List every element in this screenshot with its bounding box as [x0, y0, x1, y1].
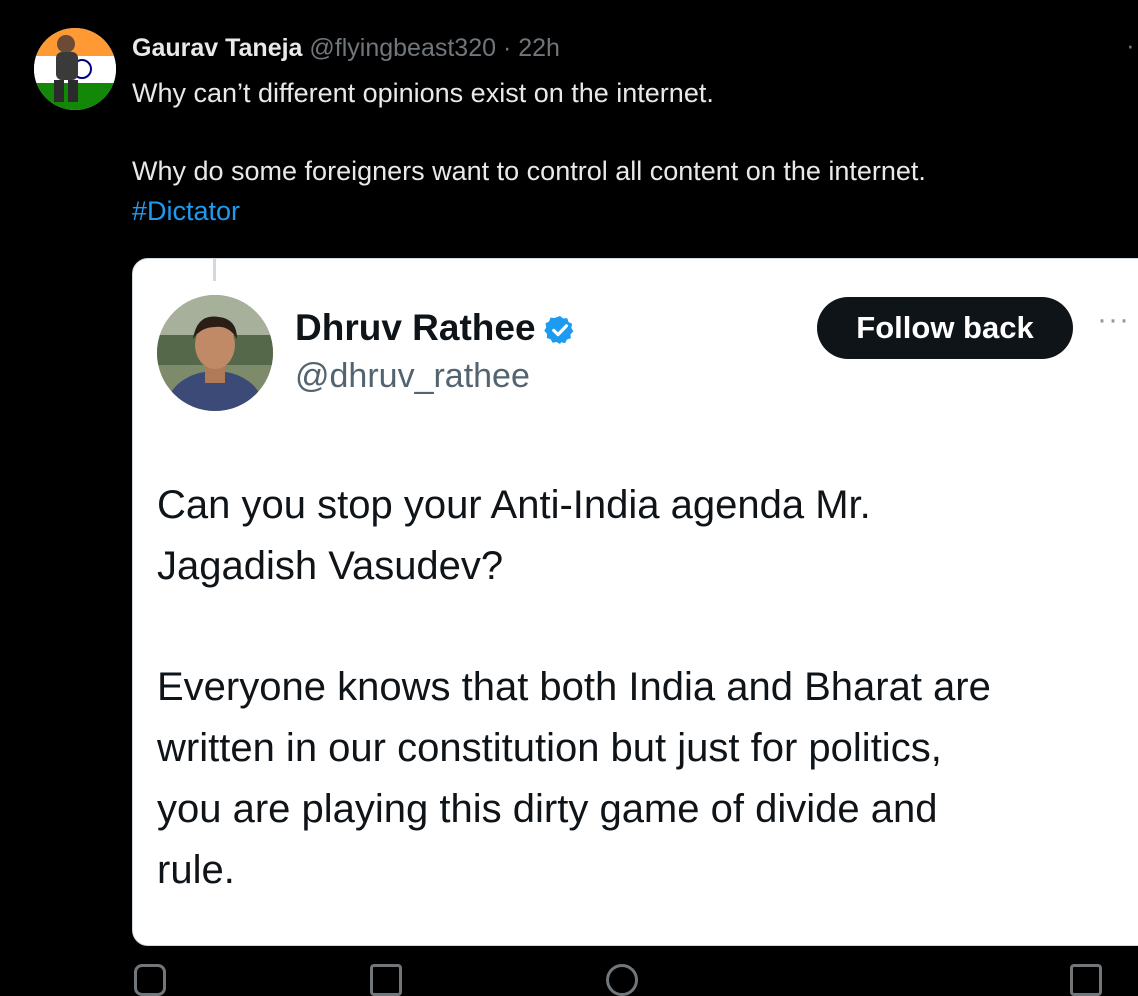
quoted-text-paragraph-2: Everyone knows that both India and Bhara…	[157, 665, 991, 892]
author-name[interactable]: Gaurav Taneja	[132, 34, 302, 62]
more-icon[interactable]: ·	[1126, 30, 1135, 61]
more-icon[interactable]: ···	[1097, 303, 1130, 337]
follow-back-button[interactable]: Follow back	[817, 297, 1073, 359]
action-bar	[0, 964, 1138, 996]
quoted-tweet-card[interactable]: Dhruv Rathee @dhruv_rathee Follow back ·…	[132, 258, 1138, 946]
quoted-author-avatar[interactable]	[157, 295, 273, 411]
tweet-header: Gaurav Taneja @flyingbeast320 · 22h	[132, 30, 560, 66]
author-avatar[interactable]	[34, 28, 116, 110]
author-handle[interactable]: @flyingbeast320	[309, 34, 496, 62]
retweet-icon[interactable]	[370, 964, 402, 996]
separator: ·	[502, 34, 512, 62]
thread-line	[213, 259, 216, 281]
like-icon[interactable]	[606, 964, 638, 996]
tweet-text-line-2: Why do some foreigners want to control a…	[132, 156, 926, 186]
quoted-author-name[interactable]: Dhruv Rathee	[295, 307, 576, 349]
quoted-text-paragraph-1: Can you stop your Anti-India agenda Mr. J…	[157, 483, 871, 588]
tweet-time[interactable]: 22h	[518, 34, 560, 62]
quoted-author-handle[interactable]: @dhruv_rathee	[295, 357, 530, 396]
hashtag-link[interactable]: #Dictator	[132, 196, 240, 227]
share-icon[interactable]	[1070, 964, 1102, 996]
tweet-text-line-1: Why can’t different opinions exist on th…	[132, 78, 714, 108]
verified-badge-icon	[543, 316, 573, 345]
reply-icon[interactable]	[134, 964, 166, 996]
